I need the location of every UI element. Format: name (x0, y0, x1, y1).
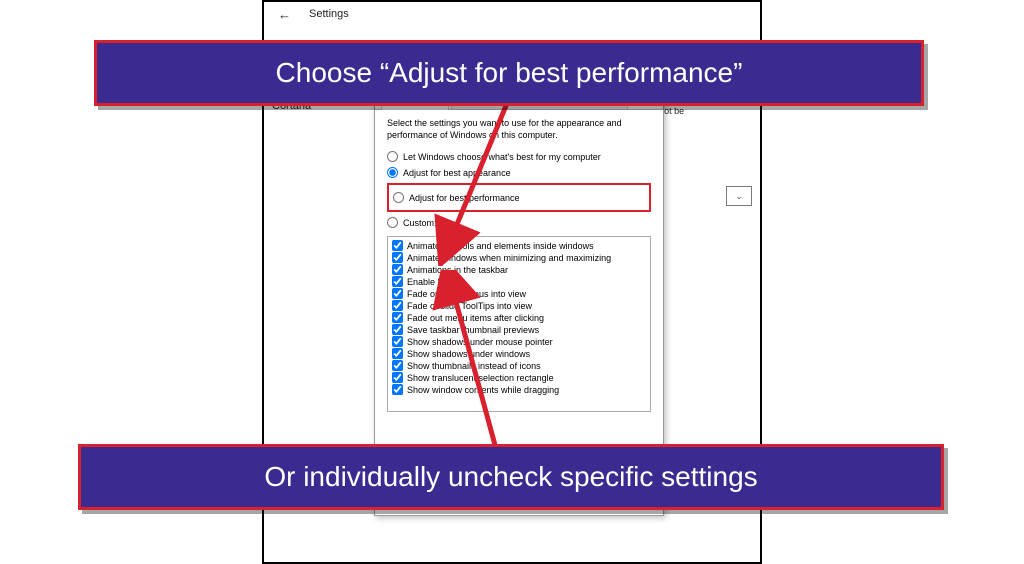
list-item[interactable]: Enable Peek (392, 276, 646, 287)
radio-label-appearance: Adjust for best appearance (403, 168, 511, 178)
list-item[interactable]: Fade or slide ToolTips into view (392, 300, 646, 311)
check-label: Animate controls and elements inside win… (407, 241, 594, 251)
checkbox[interactable] (392, 324, 403, 335)
radio-input-appearance[interactable] (387, 167, 398, 178)
check-label: Save taskbar thumbnail previews (407, 325, 539, 335)
check-label: Animate windows when minimizing and maxi… (407, 253, 611, 263)
list-item[interactable]: Show shadows under windows (392, 348, 646, 359)
list-item[interactable]: Show window contents while dragging (392, 384, 646, 395)
list-item[interactable]: Show shadows under mouse pointer (392, 336, 646, 347)
checkbox[interactable] (392, 264, 403, 275)
check-label: Show translucent selection rectangle (407, 373, 554, 383)
radio-input-custom[interactable] (387, 217, 398, 228)
settings-title: Settings (309, 8, 349, 20)
radio-best-appearance[interactable]: Adjust for best appearance (387, 167, 651, 178)
radio-input-auto[interactable] (387, 151, 398, 162)
checkbox[interactable] (392, 360, 403, 371)
check-label: Fade or slide ToolTips into view (407, 301, 532, 311)
callout-top: Choose “Adjust for best performance” (94, 40, 924, 106)
checkbox[interactable] (392, 240, 403, 251)
radio-custom[interactable]: Custom: (387, 217, 651, 228)
list-item[interactable]: Fade or slide menus into view (392, 288, 646, 299)
list-item[interactable]: Animate controls and elements inside win… (392, 240, 646, 251)
list-item[interactable]: Show thumbnails instead of icons (392, 360, 646, 371)
list-item[interactable]: Show translucent selection rectangle (392, 372, 646, 383)
radio-input-performance[interactable] (393, 192, 404, 203)
radio-let-windows-choose[interactable]: Let Windows choose what's best for my co… (387, 151, 651, 162)
checkbox[interactable] (392, 336, 403, 347)
list-item[interactable]: Animations in the taskbar (392, 264, 646, 275)
list-item[interactable]: Animate windows when minimizing and maxi… (392, 252, 646, 263)
check-label: Show window contents while dragging (407, 385, 559, 395)
checkbox[interactable] (392, 312, 403, 323)
dropdown-chevron-icon[interactable]: ⌄ (726, 186, 752, 206)
checkbox[interactable] (392, 348, 403, 359)
checkbox[interactable] (392, 252, 403, 263)
callout-bottom: Or individually uncheck specific setting… (78, 444, 944, 510)
check-label: Animations in the taskbar (407, 265, 508, 275)
effects-checklist[interactable]: Animate controls and elements inside win… (387, 236, 651, 412)
dialog-content: Select the settings you want to use for … (375, 110, 663, 420)
list-item[interactable]: Fade out menu items after clicking (392, 312, 646, 323)
back-icon[interactable]: ← (278, 7, 291, 22)
settings-header: ← Settings (264, 2, 760, 26)
radio-label-custom: Custom: (403, 218, 437, 228)
dialog-description: Select the settings you want to use for … (387, 118, 651, 141)
radio-label-auto: Let Windows choose what's best for my co… (403, 152, 601, 162)
radio-best-performance[interactable]: Adjust for best performance (393, 192, 645, 203)
check-label: Show thumbnails instead of icons (407, 361, 541, 371)
checkbox[interactable] (392, 300, 403, 311)
check-label: Show shadows under windows (407, 349, 530, 359)
check-label: Fade out menu items after clicking (407, 313, 544, 323)
check-label: Enable Peek (407, 277, 458, 287)
checkbox[interactable] (392, 276, 403, 287)
list-item[interactable]: Save taskbar thumbnail previews (392, 324, 646, 335)
check-label: Show shadows under mouse pointer (407, 337, 553, 347)
checkbox[interactable] (392, 288, 403, 299)
radio-label-performance: Adjust for best performance (409, 193, 520, 203)
check-label: Fade or slide menus into view (407, 289, 526, 299)
checkbox[interactable] (392, 384, 403, 395)
highlight-best-performance: Adjust for best performance (387, 183, 651, 212)
checkbox[interactable] (392, 372, 403, 383)
